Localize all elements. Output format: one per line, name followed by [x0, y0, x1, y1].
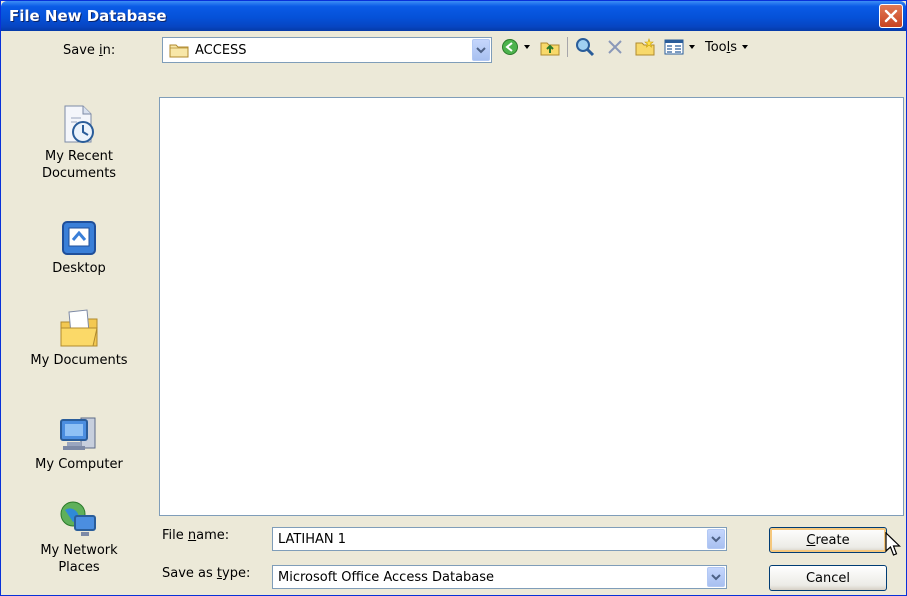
place-label-network-1: My Network	[40, 543, 118, 558]
place-desktop[interactable]: Desktop	[6, 218, 152, 277]
create-button[interactable]: Create	[769, 527, 887, 553]
place-my-documents[interactable]: My Documents	[6, 308, 152, 369]
create-folder-button[interactable]	[634, 35, 656, 59]
save-in-value: ACCESS	[195, 42, 247, 58]
small-dropdown-icon	[524, 45, 530, 49]
small-dropdown-icon	[742, 45, 749, 49]
network-places-icon	[60, 501, 96, 536]
file-name-input[interactable]: LATIHAN 1	[272, 527, 727, 551]
dialog-toolbar: Tools	[501, 34, 749, 60]
back-icon	[502, 39, 518, 55]
save-in-arrow[interactable]	[472, 39, 490, 61]
tools-label: Tools	[705, 39, 738, 55]
back-button[interactable]	[501, 35, 531, 59]
file-name-value: LATIHAN 1	[278, 531, 346, 547]
delete-button[interactable]	[604, 35, 626, 59]
my-computer-icon	[60, 417, 96, 450]
close-button[interactable]	[879, 4, 903, 28]
place-my-computer[interactable]: My Computer	[6, 414, 152, 473]
place-my-network-places[interactable]: My Network Places	[6, 500, 152, 576]
chevron-down-icon	[476, 47, 486, 54]
cancel-label: Cancel	[805, 570, 851, 586]
small-dropdown-icon	[689, 45, 695, 49]
chevron-down-icon	[711, 536, 721, 543]
place-my-recent-documents[interactable]: My Recent Documents	[6, 104, 152, 182]
save-as-type-dropdown[interactable]: Microsoft Office Access Database	[272, 565, 727, 589]
place-label-my-computer: My Computer	[35, 457, 123, 472]
close-icon	[884, 9, 898, 23]
file-list[interactable]	[159, 97, 904, 516]
chevron-down-icon	[711, 574, 721, 581]
cancel-button[interactable]: Cancel	[769, 565, 887, 591]
recent-documents-icon	[64, 105, 94, 143]
save-in-label: Save in:	[63, 43, 116, 58]
places-bar: My Recent Documents Desktop My Documents	[6, 94, 152, 589]
search-web-button[interactable]	[574, 35, 596, 59]
dialog-title: File New Database	[9, 7, 167, 25]
place-label-recent-2: Documents	[41, 166, 117, 181]
new-folder-icon	[635, 38, 655, 56]
place-label-recent-1: My Recent	[45, 149, 113, 164]
place-label-network-2: Places	[58, 560, 100, 575]
delete-icon	[608, 40, 622, 54]
place-label-desktop: Desktop	[52, 261, 106, 276]
folder-icon	[169, 44, 189, 58]
views-button[interactable]	[664, 35, 696, 59]
save-in-dropdown[interactable]: ACCESS	[162, 37, 492, 63]
place-label-my-documents: My Documents	[30, 353, 128, 368]
save-as-type-label: Save as type:	[162, 566, 251, 581]
search-web-icon	[576, 38, 595, 57]
desktop-icon	[62, 221, 96, 255]
tools-menu[interactable]: Tools	[702, 35, 749, 59]
file-new-database-dialog: File New Database Save in: ACCESS Tools …	[0, 0, 907, 596]
up-folder-icon	[540, 42, 560, 56]
toolbar-separator	[567, 37, 568, 57]
save-as-type-value: Microsoft Office Access Database	[278, 569, 495, 585]
save-as-type-arrow[interactable]	[707, 567, 725, 587]
up-one-level-button[interactable]	[539, 35, 561, 59]
mouse-cursor-icon	[885, 532, 901, 556]
views-icon	[664, 39, 684, 55]
file-name-label: File name:	[162, 528, 230, 543]
my-documents-icon	[60, 309, 98, 347]
create-label: Create	[806, 532, 850, 548]
file-name-arrow[interactable]	[707, 529, 725, 549]
title-bar[interactable]: File New Database	[1, 1, 906, 31]
